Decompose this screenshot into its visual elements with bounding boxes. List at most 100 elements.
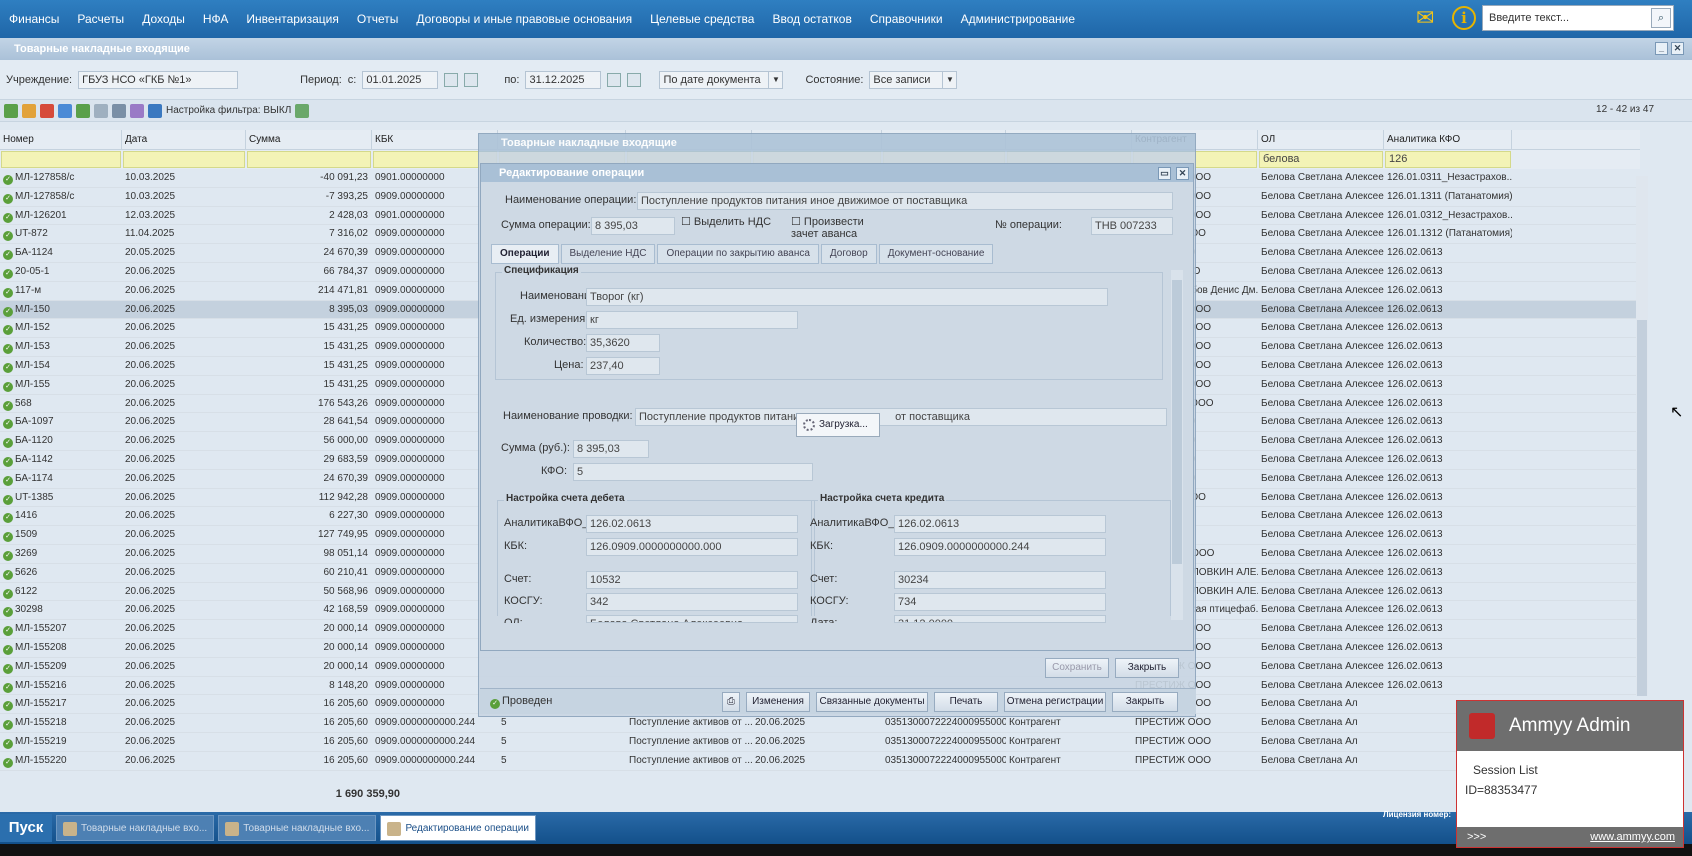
debit-ol-field[interactable]: Белова Светлана Алексеевна xyxy=(586,615,798,623)
menu-item[interactable]: Договоры и иные правовые основания xyxy=(407,12,641,26)
ammyy-session-list[interactable]: Session List xyxy=(1473,763,1538,777)
calendar-clear-icon[interactable] xyxy=(464,72,479,87)
column-header[interactable]: Номер xyxy=(0,130,122,149)
column-filter-input[interactable] xyxy=(123,151,245,168)
column-filter-input[interactable]: белова xyxy=(1259,151,1383,168)
vat-checkbox[interactable]: ☐ Выделить НДС xyxy=(681,215,771,228)
task-edit-operation[interactable]: Редактирование операции xyxy=(380,815,536,841)
menu-item[interactable]: Отчеты xyxy=(348,12,407,26)
task-documents-2[interactable]: Товарные накладные вхо... xyxy=(218,815,377,841)
table-cell: 126.02.0613 xyxy=(1387,265,1443,277)
global-search-input[interactable]: Введите текст... ⌕ xyxy=(1482,5,1674,31)
delete-icon[interactable] xyxy=(40,103,54,118)
grid-scrollbar[interactable] xyxy=(1636,176,1648,696)
close-button[interactable]: Закрыть xyxy=(1112,692,1178,712)
debit-account-field[interactable]: 10532 xyxy=(586,571,798,589)
spec-name-field[interactable]: Творог (кг) xyxy=(586,288,1108,306)
copy-icon[interactable] xyxy=(58,103,72,118)
debit-analytics-field[interactable]: 126.02.0613 xyxy=(586,515,798,533)
dialog-scrollbar[interactable] xyxy=(1171,270,1183,620)
print-button[interactable]: Печать xyxy=(934,692,998,712)
cancel-registration-button[interactable]: Отмена регистрации xyxy=(1004,692,1106,712)
refresh-icon[interactable] xyxy=(295,103,310,118)
menu-item[interactable]: НФА xyxy=(194,12,238,26)
menu-item[interactable]: Справочники xyxy=(861,12,952,26)
task-documents-1[interactable]: Товарные накладные вхо... xyxy=(56,815,215,841)
filter-icon[interactable] xyxy=(148,103,162,118)
print-icon[interactable] xyxy=(112,103,126,118)
tab-4[interactable]: Документ-основание xyxy=(878,244,994,264)
add-icon[interactable] xyxy=(4,103,18,118)
tab-3[interactable]: Договор xyxy=(820,244,877,264)
minimize-icon[interactable]: _ xyxy=(1655,42,1668,55)
unapprove-icon[interactable] xyxy=(94,103,108,118)
approve-icon[interactable] xyxy=(76,103,90,118)
dialog-close-button[interactable]: Закрыть xyxy=(1115,658,1179,678)
credit-kbk-field[interactable]: 126.0909.0000000000.244 xyxy=(894,538,1106,556)
linked-documents-button[interactable]: Связанные документы xyxy=(816,692,928,712)
column-header[interactable]: Сумма xyxy=(246,130,372,149)
debit-kbk-field[interactable]: 126.0909.0000000000.000 xyxy=(586,538,798,556)
sort-select[interactable]: По дате документа ▼ xyxy=(659,70,784,89)
period-from-field[interactable]: 01.01.2025 xyxy=(362,70,439,89)
posting-field[interactable]: Поступление продуктов питани от поставщик… xyxy=(635,408,1167,426)
ammyy-expand-arrows[interactable]: >>> xyxy=(1467,831,1486,843)
chevron-down-icon[interactable]: ▼ xyxy=(942,71,956,88)
start-button[interactable]: Пуск xyxy=(0,814,52,842)
advance-checkbox[interactable]: ☐ Произвести xyxy=(791,215,864,228)
table-row[interactable]: ✓ МЛ-155219 20.06.2025 16 205,60 0909.000000… xyxy=(0,733,1640,752)
info-icon[interactable]: i xyxy=(1452,6,1476,30)
op-name-field[interactable]: Поступление продуктов питания иное движи… xyxy=(637,192,1173,210)
menu-item[interactable]: Доходы xyxy=(133,12,194,26)
maximize-icon[interactable]: ▭ xyxy=(1158,167,1171,180)
close-icon[interactable]: ✕ xyxy=(1176,167,1189,180)
calendar-icon[interactable] xyxy=(444,72,459,87)
attach-icon[interactable]: ⎙ xyxy=(722,692,740,712)
state-select[interactable]: Все записи ▼ xyxy=(869,70,958,89)
tab-2[interactable]: Операции по закрытию аванса xyxy=(657,244,819,264)
table-row[interactable]: ✓ МЛ-155220 20.06.2025 16 205,60 0909.000000… xyxy=(0,752,1640,771)
tab-1[interactable]: Выделение НДС xyxy=(560,244,656,264)
menu-item[interactable]: Инвентаризация xyxy=(237,12,347,26)
search-icon[interactable]: ⌕ xyxy=(1651,8,1671,28)
scrollbar-thumb[interactable] xyxy=(1637,320,1647,696)
menu-item[interactable]: Финансы xyxy=(0,12,68,26)
column-header[interactable]: Аналитика КФО xyxy=(1384,130,1512,149)
column-filter-input[interactable] xyxy=(1,151,121,168)
column-header[interactable]: Дата xyxy=(122,130,246,149)
menu-item[interactable]: Целевые средства xyxy=(641,12,763,26)
ammyy-link[interactable]: www.ammyy.com xyxy=(1590,827,1675,847)
settings-icon[interactable] xyxy=(130,103,144,118)
dialog-scrollbar-thumb[interactable] xyxy=(1172,280,1182,564)
spec-unit-field[interactable]: кг xyxy=(586,311,798,329)
column-filter-input[interactable]: 126 xyxy=(1385,151,1511,168)
menu-item[interactable]: Расчеты xyxy=(68,12,133,26)
mail-icon[interactable]: ✉ xyxy=(1416,6,1446,30)
menu-item[interactable]: Администрирование xyxy=(952,12,1084,26)
changes-button[interactable]: Изменения xyxy=(746,692,810,712)
column-filter-input[interactable] xyxy=(247,151,371,168)
posting-sum-field[interactable]: 8 395,03 xyxy=(573,440,649,458)
spec-qty-field[interactable]: 35,3620 xyxy=(586,334,660,352)
period-to-field[interactable]: 31.12.2025 xyxy=(525,70,602,89)
kfo-field[interactable]: 5 xyxy=(573,463,813,481)
close-icon[interactable]: ✕ xyxy=(1671,42,1684,55)
institution-field[interactable]: ГБУЗ НСО «ГКБ №1» xyxy=(78,70,239,89)
filter-toggle-label[interactable]: Настройка фильтра: ВЫКЛ xyxy=(166,105,291,116)
chevron-down-icon[interactable]: ▼ xyxy=(768,71,782,88)
credit-account-field[interactable]: 30234 xyxy=(894,571,1106,589)
spec-price-field[interactable]: 237,40 xyxy=(586,357,660,375)
calendar-clear-icon[interactable] xyxy=(627,72,642,87)
calendar-icon[interactable] xyxy=(607,72,622,87)
menu-item[interactable]: Ввод остатков xyxy=(763,12,860,26)
credit-date-field[interactable]: 31.12.0000 xyxy=(894,615,1106,623)
op-sum-field[interactable]: 8 395,03 xyxy=(591,217,675,235)
op-number-field[interactable]: ТНВ 007233 xyxy=(1091,217,1173,235)
save-button[interactable]: Сохранить xyxy=(1045,658,1109,678)
credit-kosgu-field[interactable]: 734 xyxy=(894,593,1106,611)
debit-kosgu-field[interactable]: 342 xyxy=(586,593,798,611)
credit-analytics-field[interactable]: 126.02.0613 xyxy=(894,515,1106,533)
edit-icon[interactable] xyxy=(22,103,36,118)
column-header[interactable]: ОЛ xyxy=(1258,130,1384,149)
tab-0[interactable]: Операции xyxy=(491,244,559,264)
